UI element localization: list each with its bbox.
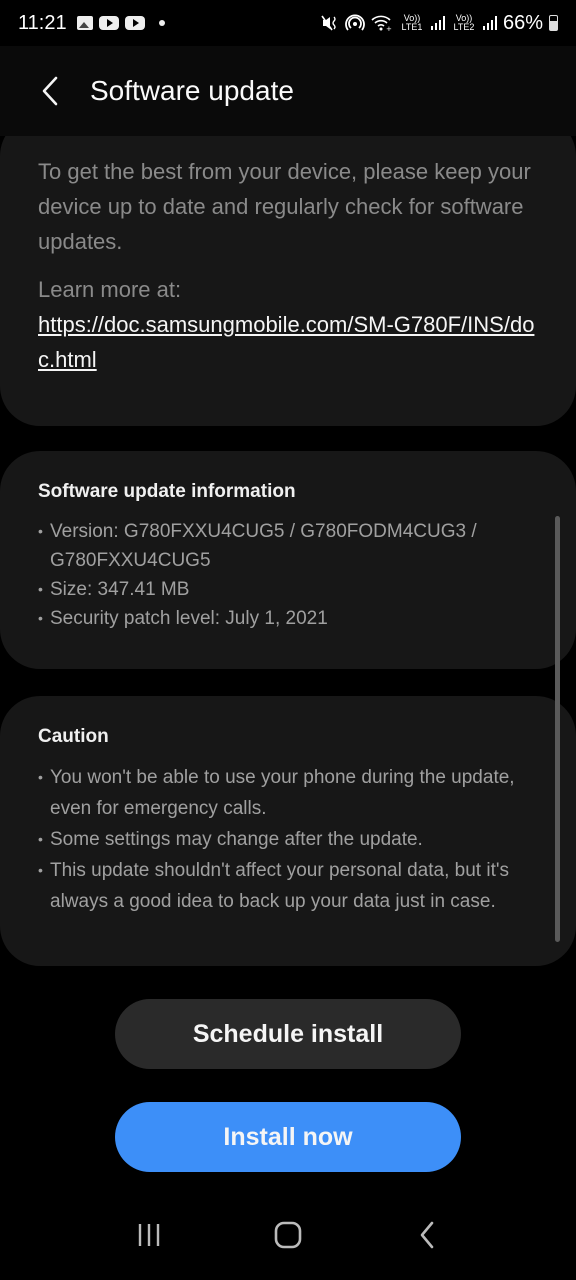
caution-title: Caution [38,726,109,747]
caution-list: You won't be able to use your phone duri… [38,762,538,917]
chevron-left-icon [42,76,58,106]
home-icon [274,1221,302,1249]
recents-button[interactable] [119,1205,179,1265]
sim1-signal-icon [430,16,445,30]
battery-icon [549,15,558,31]
gallery-icon [76,16,93,30]
release-notes-paragraph: To get the best from your device, please… [38,159,531,254]
svg-text:+: + [386,25,392,32]
learn-more-link[interactable]: https://doc.samsungmobile.com/SM-G780F/I… [38,312,534,372]
sim1-volte-label: Vo)) LTE1 [401,13,423,32]
app-bar: Software update [0,46,576,136]
update-info-security-patch: Security patch level: July 1, 2021 [38,604,538,633]
wifi-icon: + [371,15,392,32]
update-info-size: Size: 347.41 MB [38,575,538,604]
mute-vibrate-icon [321,15,336,31]
hotspot-icon [345,14,365,31]
status-time: 11:21 [18,11,67,34]
navigation-bar [0,1190,576,1280]
schedule-install-button[interactable]: Schedule install [115,999,461,1069]
page-title: Software update [90,75,294,106]
install-now-button[interactable]: Install now [115,1102,461,1172]
sim2-volte-label: Vo)) LTE2 [453,13,475,32]
learn-more-label: Learn more at: [38,277,182,302]
home-button[interactable] [258,1205,318,1265]
caution-item: You won't be able to use your phone duri… [38,762,538,824]
youtube-icon [98,16,119,30]
sim2-signal-icon [482,16,497,30]
battery-percent: 66% [502,11,543,34]
system-status-icons: + Vo)) LTE1 Vo)) LTE2 66% [321,12,558,35]
scrollbar[interactable] [555,516,560,942]
caution-item: This update shouldn't affect your person… [38,855,538,917]
recents-icon [139,1224,160,1246]
nav-back-button[interactable] [397,1205,457,1265]
content-scroll-area[interactable]: • Further improvements to performance. T… [0,136,576,986]
update-info-list: Version: G780FXXU4CUG5 / G780FODM4CUG3 /… [38,517,538,633]
caution-card: Caution You won't be able to use your ph… [0,696,576,966]
release-notes-card: • Further improvements to performance. T… [0,136,576,426]
update-info-card: Software update information Version: G78… [0,451,576,669]
status-bar: 11:21 + Vo)) LTE1 Vo)) LTE2 66% [0,0,576,46]
update-info-title: Software update information [38,481,296,502]
notification-dot-icon [158,20,165,26]
youtube-icon [124,16,145,30]
back-icon [420,1221,433,1249]
back-button[interactable] [20,61,80,121]
update-info-version: Version: G780FXXU4CUG5 / G780FODM4CUG3 /… [38,517,538,575]
caution-item: Some settings may change after the updat… [38,824,538,855]
